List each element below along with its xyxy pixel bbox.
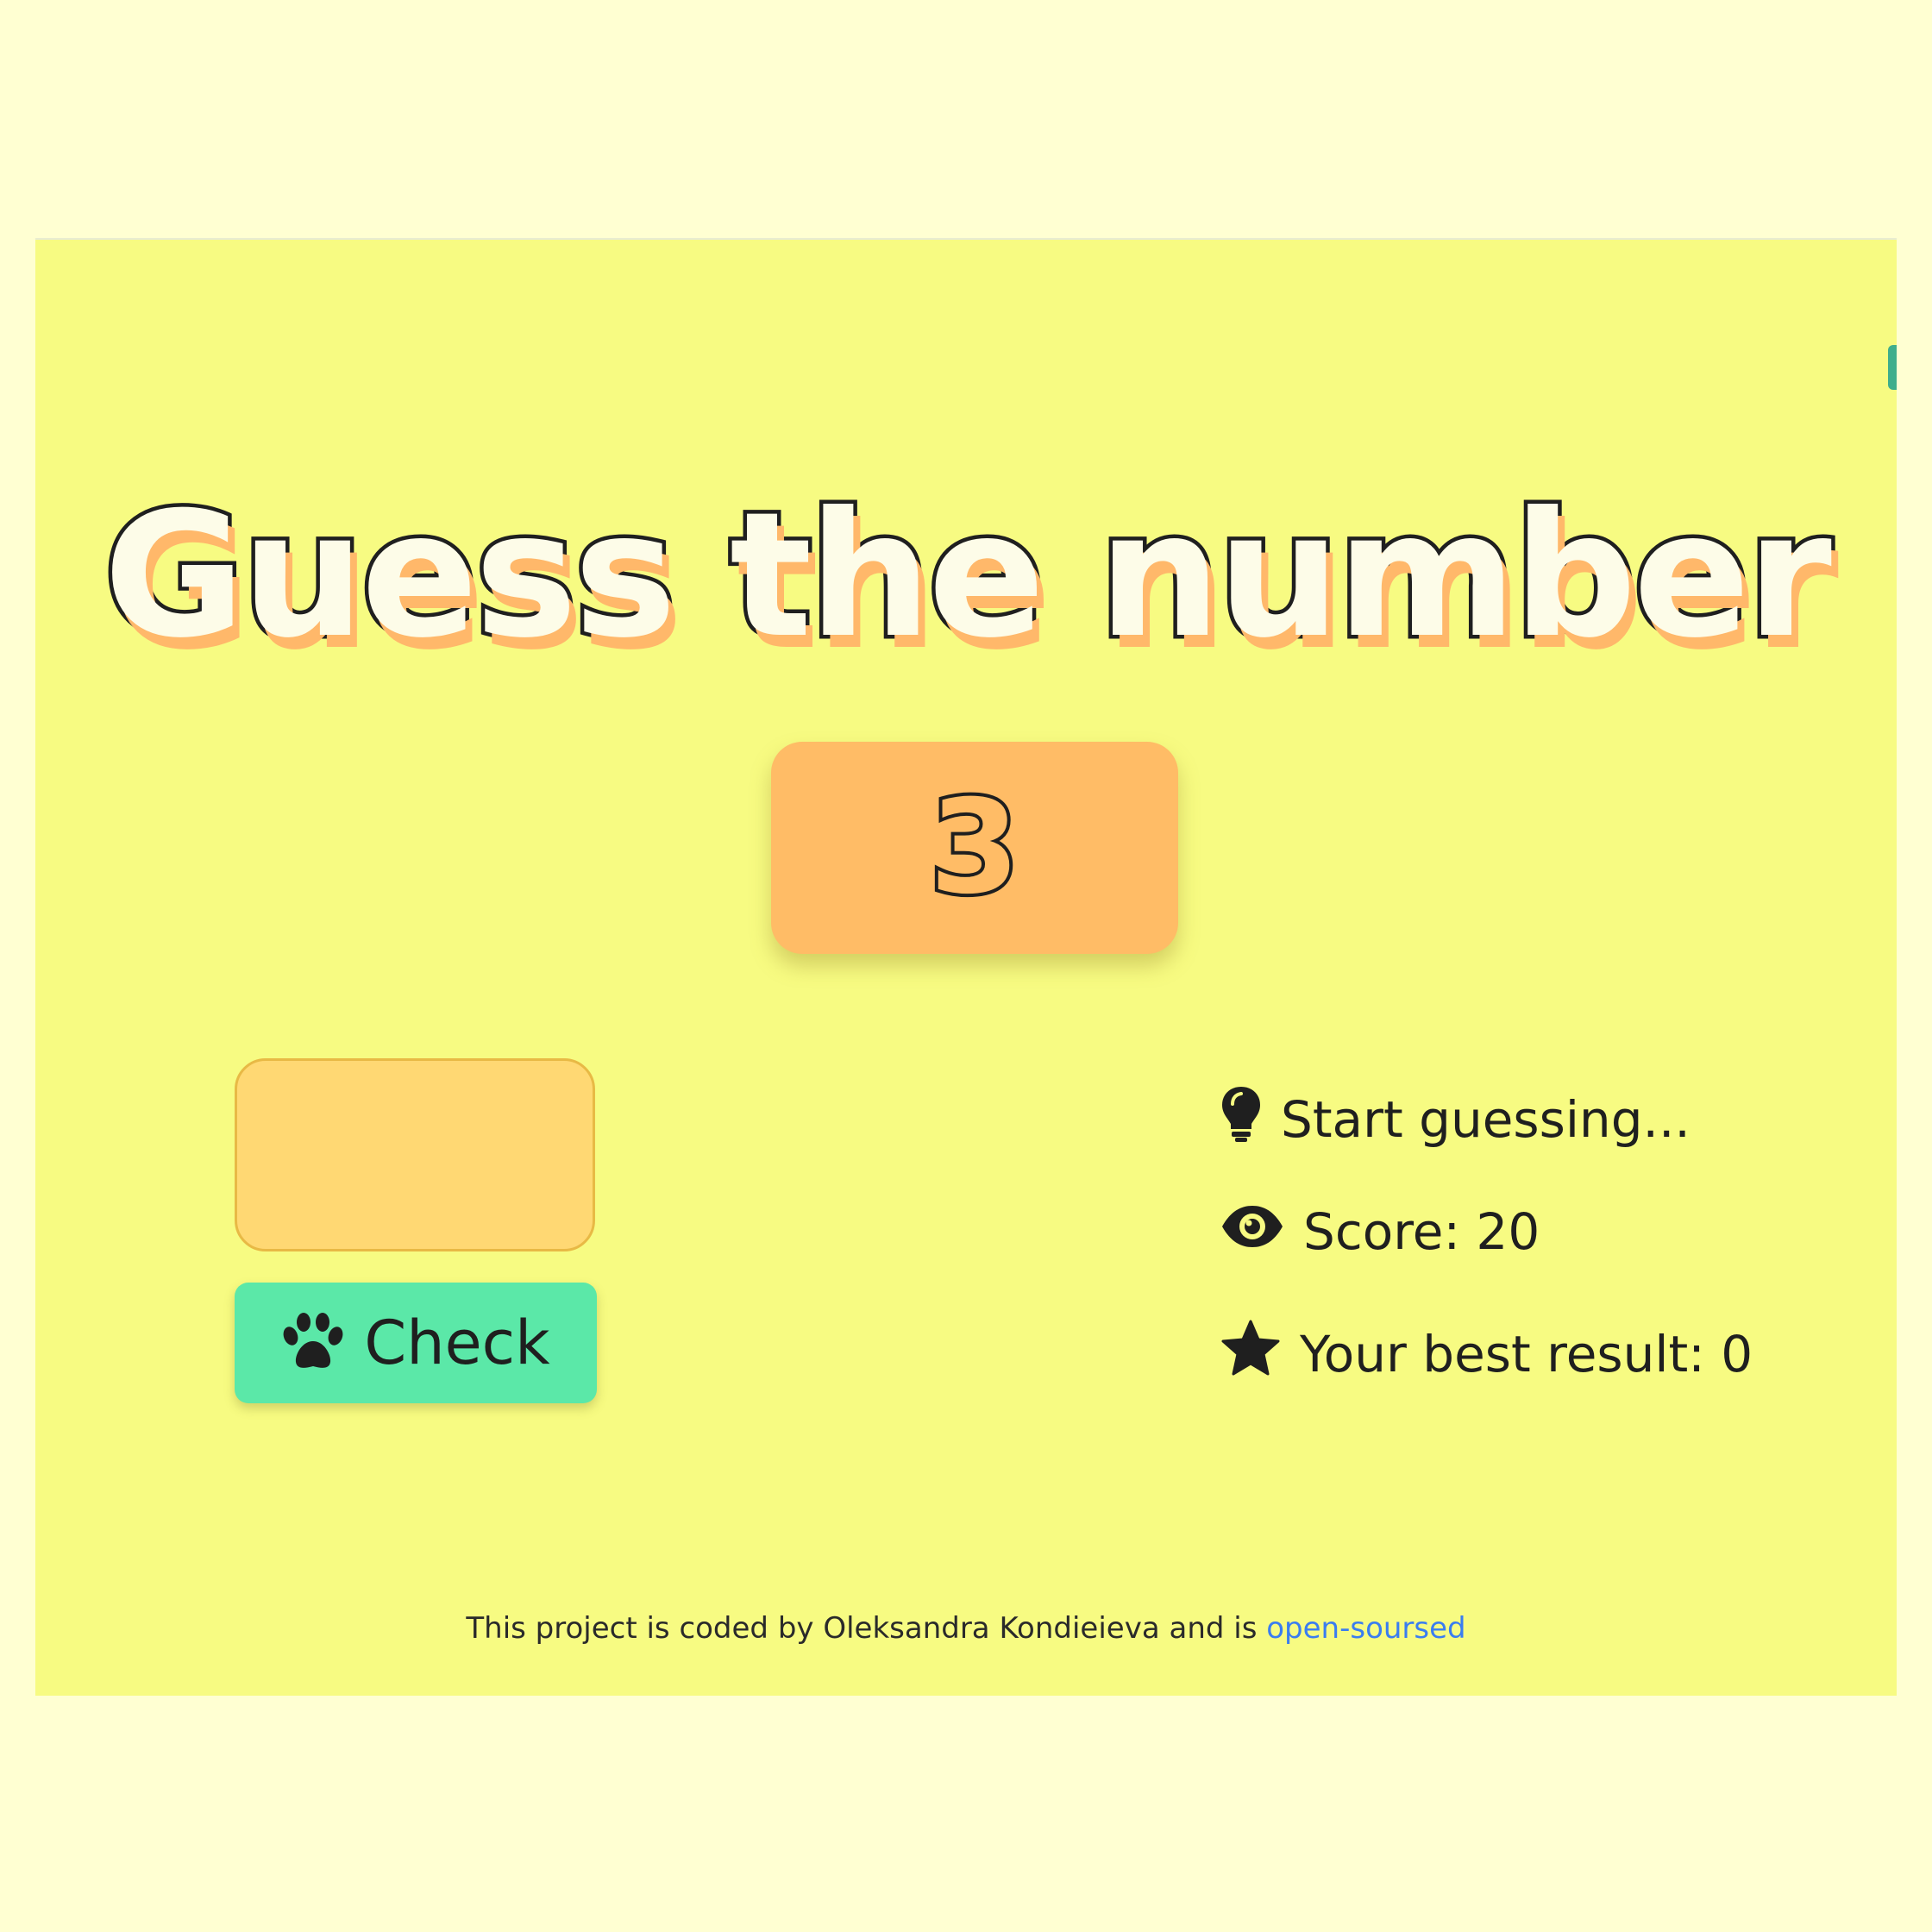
check-button-label: Check [364,1308,550,1378]
lightbulb-icon [1220,1085,1262,1154]
best-result-text: Your best result: 0 [1300,1325,1753,1383]
open-source-link[interactable]: open-soursed [1266,1611,1465,1646]
score-display: Score: 20 [1220,1202,1540,1261]
paw-icon [281,1312,345,1375]
star-icon [1220,1320,1281,1389]
guess-message-text: Start guessing... [1281,1090,1690,1149]
secret-number: 3 [926,773,1023,923]
corner-tab [1888,345,1897,390]
guess-input[interactable] [235,1058,595,1251]
game-card: Guess the number 3 Check Start guessing.… [35,238,1897,1696]
check-button[interactable]: Check [235,1283,597,1403]
secret-number-box: 3 [771,742,1178,954]
guess-message: Start guessing... [1220,1085,1690,1154]
footer: This project is coded by Oleksandra Kond… [35,1611,1897,1646]
eye-icon [1220,1202,1284,1261]
score-text: Score: 20 [1303,1202,1540,1261]
footer-text: This project is coded by Oleksandra Kond… [466,1611,1267,1646]
best-result-display: Your best result: 0 [1220,1320,1753,1389]
page-title: Guess the number [100,475,1836,676]
